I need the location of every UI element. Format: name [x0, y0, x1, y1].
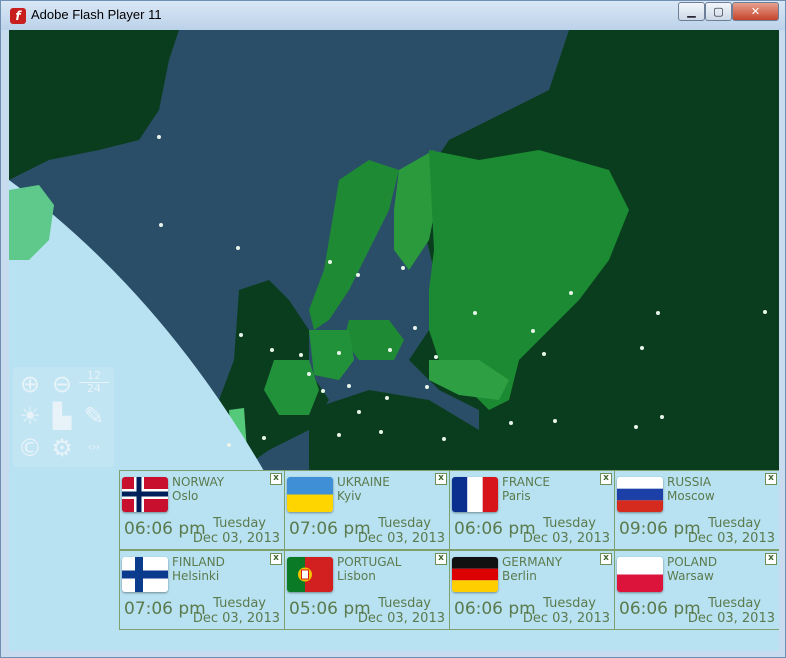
clock-city: Warsaw [667, 569, 714, 583]
copyright-icon[interactable]: © [15, 433, 45, 463]
clock-day: Tuesday [213, 516, 266, 531]
window-title: Adobe Flash Player 11 [31, 7, 162, 22]
scroll-arrows-icon[interactable]: ‹›› [79, 433, 109, 463]
clock-country: NORWAY [172, 475, 225, 489]
clock-country: UKRAINE [337, 475, 390, 489]
map-graphic [9, 30, 779, 471]
clock-city: Oslo [172, 489, 199, 503]
clock-country: GERMANY [502, 555, 563, 569]
clock-panel-kyiv[interactable]: UKRAINE Kyiv 07:06 pm Tuesday Dec 03, 2013 x [284, 470, 450, 550]
remove-clock-button[interactable]: x [270, 553, 282, 565]
flag-poland-icon [617, 557, 663, 592]
clock-city: Paris [502, 489, 531, 503]
clock-date: Dec 03, 2013 [687, 611, 775, 626]
clock-city: Helsinki [172, 569, 220, 583]
clock-country: PORTUGAL [337, 555, 402, 569]
clock-country: POLAND [667, 555, 718, 569]
clock-panel-helsinki[interactable]: FINLAND Helsinki 07:06 pm Tuesday Dec 03, 20… [119, 550, 285, 630]
clock-day: Tuesday [378, 596, 431, 611]
clock-panel-berlin[interactable]: GERMANY Berlin 06:06 pm Tuesday Dec 03, 2013… [449, 550, 615, 630]
europe-map[interactable]: ⊕ ⊖ 12 24 ☀ ▙ ✎ © ⚙ ‹›› [9, 30, 779, 471]
remove-clock-button[interactable]: x [270, 473, 282, 485]
clock-day: Tuesday [378, 516, 431, 531]
clock-day: Tuesday [543, 596, 596, 611]
clock-panel-moscow[interactable]: RUSSIA Moscow 09:06 pm Tuesday Dec 03, 2013 x [614, 470, 779, 550]
remove-clock-button[interactable]: x [765, 473, 777, 485]
map-toolbox: ⊕ ⊖ 12 24 ☀ ▙ ✎ © ⚙ ‹›› [13, 367, 114, 467]
clock-city: Lisbon [337, 569, 376, 583]
flag-portugal-icon [287, 557, 333, 592]
clock-date: Dec 03, 2013 [687, 531, 775, 546]
flag-finland-icon [122, 557, 168, 592]
clock-day: Tuesday [213, 596, 266, 611]
minimize-button[interactable]: ▁ [678, 2, 705, 21]
clock-city: Moscow [667, 489, 715, 503]
city-icon[interactable]: ▙ [47, 401, 77, 431]
clock-date: Dec 03, 2013 [192, 531, 280, 546]
remove-clock-button[interactable]: x [435, 473, 447, 485]
sun-icon[interactable]: ☀ [15, 401, 45, 431]
clock-panel-paris[interactable]: FRANCE Paris 06:06 pm Tuesday Dec 03, 2013 x [449, 470, 615, 550]
clock-panel-warsaw[interactable]: POLAND Warsaw 06:06 pm Tuesday Dec 03, 2013 x [614, 550, 779, 630]
flag-ukraine-icon [287, 477, 333, 512]
remove-clock-button[interactable]: x [765, 553, 777, 565]
clock-day: Tuesday [708, 516, 761, 531]
title-bar[interactable]: f Adobe Flash Player 11 ▁ ▢ ✕ [1, 1, 785, 30]
remove-clock-button[interactable]: x [435, 553, 447, 565]
app-window: f Adobe Flash Player 11 ▁ ▢ ✕ ⊕ ⊖ 12 24 … [0, 0, 786, 658]
flag-russia-icon [617, 477, 663, 512]
clock-panel-lisbon[interactable]: PORTUGAL Lisbon 05:06 pm Tuesday Dec 03, 201… [284, 550, 450, 630]
clock-date: Dec 03, 2013 [522, 611, 610, 626]
maximize-button[interactable]: ▢ [705, 2, 732, 21]
brush-icon[interactable]: ✎ [79, 401, 109, 431]
clock-date: Dec 03, 2013 [357, 611, 445, 626]
clock-day: Tuesday [543, 516, 596, 531]
world-clock-app: ⊕ ⊖ 12 24 ☀ ▙ ✎ © ⚙ ‹›› NORWAY Oslo 06:06 … [9, 30, 779, 651]
clock-city: Berlin [502, 569, 537, 583]
clock-panel-oslo[interactable]: NORWAY Oslo 06:06 pm Tuesday Dec 03, 2013 x [119, 470, 285, 550]
clock-country: FINLAND [172, 555, 225, 569]
clock-date: Dec 03, 2013 [357, 531, 445, 546]
clock-date: Dec 03, 2013 [192, 611, 280, 626]
zoom-in-icon[interactable]: ⊕ [15, 369, 45, 399]
hour-format-toggle[interactable]: 12 24 [79, 370, 109, 400]
settings-icon[interactable]: ⚙ [47, 433, 77, 463]
flash-player-icon: f [10, 8, 26, 24]
clock-day: Tuesday [708, 596, 761, 611]
clock-date: Dec 03, 2013 [522, 531, 610, 546]
clock-country: RUSSIA [667, 475, 712, 489]
remove-clock-button[interactable]: x [600, 553, 612, 565]
zoom-out-icon[interactable]: ⊖ [47, 369, 77, 399]
flag-france-icon [452, 477, 498, 512]
flag-norway-icon [122, 477, 168, 512]
remove-clock-button[interactable]: x [600, 473, 612, 485]
clock-city: Kyiv [337, 489, 362, 503]
flag-germany-icon [452, 557, 498, 592]
close-button[interactable]: ✕ [732, 2, 779, 21]
clock-country: FRANCE [502, 475, 550, 489]
hour-format-24: 24 [87, 382, 101, 395]
